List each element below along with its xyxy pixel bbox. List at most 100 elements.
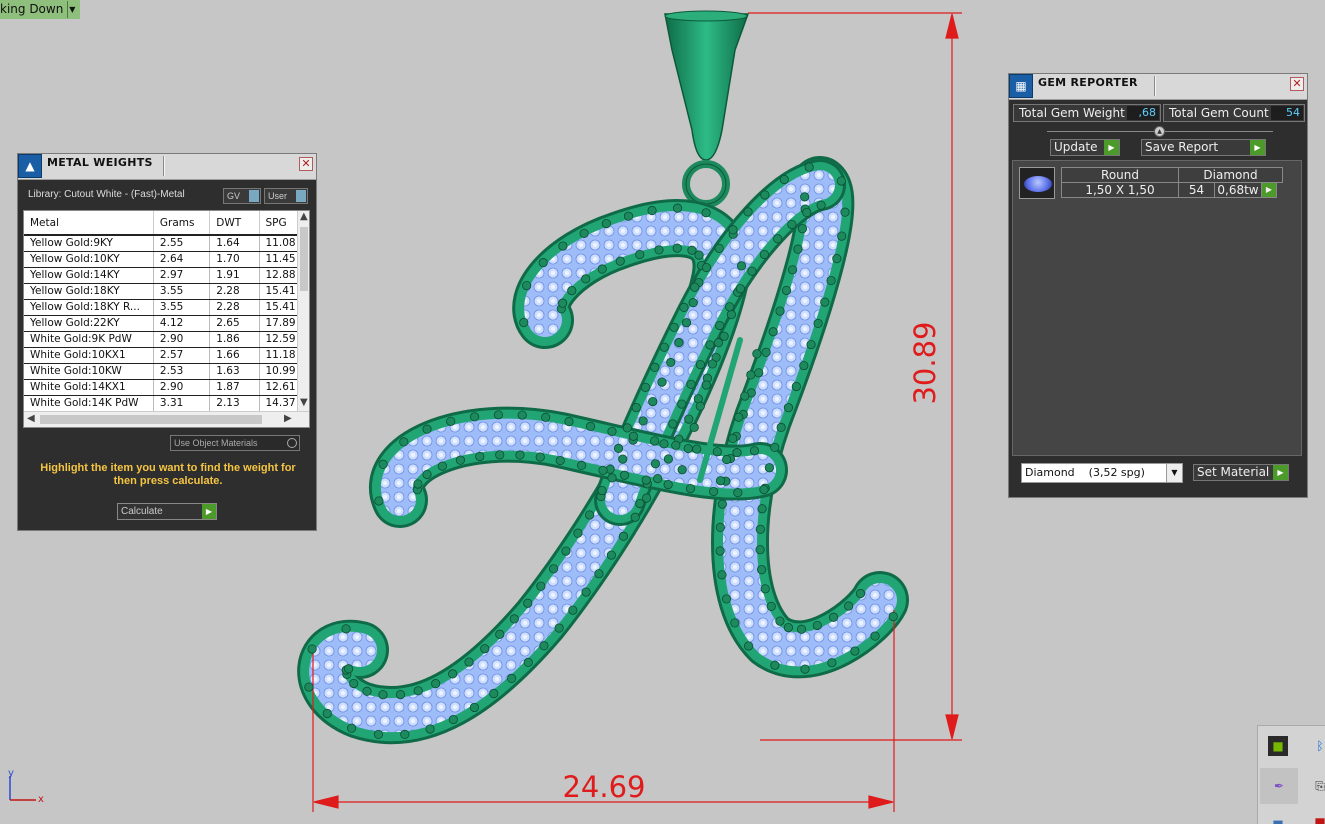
table-row[interactable]: White Gold:9K PdW 2.90 1.86 12.59 [24, 331, 309, 348]
grams-cell: 2.90 [153, 331, 211, 348]
material-select[interactable]: Diamond (3,52 spg) ▼ [1021, 463, 1183, 483]
titlebar-divider [163, 156, 165, 176]
close-icon[interactable]: ✕ [1290, 77, 1304, 91]
pendant-bail [664, 10, 750, 208]
table-row[interactable]: White Gold:10KW 2.53 1.63 10.99 [24, 363, 309, 380]
nvidia-icon[interactable]: ■ [1268, 736, 1288, 756]
instruction-text: Highlight the item you want to find the … [40, 462, 296, 487]
column-header-dwt[interactable]: DWT [209, 211, 260, 236]
grams-cell: 2.53 [153, 363, 211, 380]
play-icon[interactable]: ▶ [1250, 140, 1265, 155]
slider-knob[interactable]: ▲ [1154, 126, 1165, 137]
material-select-value: Diamond (3,52 spg) [1025, 466, 1145, 479]
usb-icon[interactable]: ⎘ [1310, 776, 1325, 796]
total-gem-count-label: Total Gem Count [1169, 106, 1269, 120]
grams-cell: 3.31 [153, 395, 211, 412]
gem-thumbnail [1019, 167, 1055, 199]
metal-name-cell: White Gold:14KX1 [24, 379, 154, 396]
play-icon[interactable]: ▶ [1261, 182, 1277, 198]
dwt-cell: 1.86 [209, 331, 260, 348]
total-gem-count-field: Total Gem Count 54 [1163, 104, 1305, 122]
table-row[interactable]: Yellow Gold:18KY 3.55 2.28 15.41 [24, 283, 309, 300]
database-icon[interactable]: ▬ [1268, 812, 1288, 824]
gem-material: Diamond [1178, 167, 1283, 183]
gem-slider[interactable]: ▲ [1047, 126, 1273, 137]
table-row[interactable]: Yellow Gold:14KY 2.97 1.91 12.88 [24, 267, 309, 284]
table-row[interactable]: Yellow Gold:9KY 2.55 1.64 11.08 [24, 235, 309, 252]
dwt-cell: 2.13 [209, 395, 260, 412]
metal-weights-panel: ▲ METAL WEIGHTS ✕ Library: Cutout White … [17, 153, 317, 531]
table-row[interactable]: Yellow Gold:18KY R... 3.55 2.28 15.41 [24, 299, 309, 316]
grams-cell: 2.90 [153, 379, 211, 396]
dwt-cell: 2.65 [209, 315, 260, 332]
metal-table[interactable]: Metal Grams DWT SPG Yellow Gold:9KY 2.55 1… [23, 210, 310, 428]
grams-cell: 2.64 [153, 251, 211, 268]
table-row[interactable]: Yellow Gold:10KY 2.64 1.70 11.45 [24, 251, 309, 268]
table-horizontal-scrollbar[interactable]: ◀ ▶ [24, 411, 309, 427]
save-report-button[interactable]: Save Report ▶ [1141, 139, 1266, 156]
play-icon[interactable]: ▶ [202, 504, 216, 519]
scroll-thumb[interactable] [300, 227, 308, 291]
scroll-right-icon[interactable]: ▶ [284, 413, 292, 424]
table-vertical-scrollbar[interactable]: ▲ ▼ [297, 211, 309, 411]
radio-icon[interactable] [287, 438, 297, 448]
play-icon[interactable]: ▶ [1104, 140, 1119, 155]
user-toggle[interactable]: User [264, 188, 308, 204]
grams-cell: 2.57 [153, 347, 211, 364]
update-button[interactable]: Update ▶ [1050, 139, 1120, 156]
calculate-label: Calculate [121, 506, 163, 517]
table-row[interactable]: Yellow Gold:22KY 4.12 2.65 17.89 [24, 315, 309, 332]
system-tray-overflow: ■ ᛒ ✒ ⎘ ▬ ■ [1257, 725, 1325, 824]
gem-reporter-titlebar[interactable]: ▦ GEM REPORTER ✕ [1009, 74, 1307, 100]
dwt-cell: 1.63 [209, 363, 260, 380]
axis-y-label: y [8, 768, 14, 779]
dwt-cell: 1.64 [209, 235, 260, 252]
gem-shape: Round [1061, 167, 1179, 183]
dwt-cell: 1.87 [209, 379, 260, 396]
chevron-down-icon[interactable]: ▼ [67, 1, 76, 18]
column-header-grams[interactable]: Grams [153, 211, 211, 236]
viewport-view-menu[interactable]: king Down ▼ [0, 0, 81, 19]
table-row[interactable]: White Gold:10KX1 2.57 1.66 11.18 [24, 347, 309, 364]
scroll-down-icon[interactable]: ▼ [300, 397, 308, 408]
gv-label: GV [227, 191, 241, 201]
dwt-cell: 1.66 [209, 347, 260, 364]
play-icon[interactable]: ▶ [1273, 465, 1288, 480]
set-material-button[interactable]: Set Material ▶ [1193, 464, 1289, 481]
metal-name-cell: Yellow Gold:9KY [24, 235, 154, 252]
axis-x-label: x [38, 794, 44, 805]
dwt-cell: 1.70 [209, 251, 260, 268]
library-label: Library: Cutout White - (Fast)-Metal [28, 189, 185, 200]
metal-name-cell: Yellow Gold:18KY [24, 283, 154, 300]
calculate-button[interactable]: Calculate ▶ [117, 503, 217, 520]
use-object-materials-option[interactable]: Use Object Materials [170, 435, 300, 451]
app-icon[interactable]: ■ [1310, 812, 1325, 824]
grams-cell: 3.55 [153, 299, 211, 316]
grams-cell: 2.55 [153, 235, 211, 252]
grams-cell: 3.55 [153, 283, 211, 300]
table-row[interactable]: White Gold:14K PdW 3.31 2.13 14.37 [24, 395, 309, 412]
metal-name-cell: Yellow Gold:22KY [24, 315, 154, 332]
metal-weights-titlebar[interactable]: ▲ METAL WEIGHTS ✕ [18, 154, 316, 180]
metal-name-cell: Yellow Gold:10KY [24, 251, 154, 268]
bluetooth-icon[interactable]: ᛒ [1310, 736, 1325, 756]
toggle-icon [296, 190, 306, 202]
total-gem-weight-value: ,68 [1127, 106, 1159, 120]
chevron-down-icon[interactable]: ▼ [1166, 464, 1182, 482]
scroll-left-icon[interactable]: ◀ [27, 413, 35, 424]
total-gem-count-value: 54 [1271, 106, 1303, 120]
metal-name-cell: White Gold:10KW [24, 363, 154, 380]
pen-icon[interactable]: ✒ [1260, 768, 1298, 804]
gem-list[interactable]: Round Diamond 1,50 X 1,50 54 0,68tw ▶ [1012, 160, 1302, 456]
scroll-thumb[interactable] [40, 415, 262, 424]
column-header-metal[interactable]: Metal [24, 211, 154, 236]
close-icon[interactable]: ✕ [299, 157, 313, 171]
gem-count: 54 [1178, 182, 1215, 198]
use-object-materials-label: Use Object Materials [174, 438, 258, 448]
table-row[interactable]: White Gold:14KX1 2.90 1.87 12.61 [24, 379, 309, 396]
scroll-up-icon[interactable]: ▲ [300, 211, 308, 222]
titlebar-divider [1154, 76, 1156, 96]
width-dimension-label: 24.69 [562, 770, 645, 804]
gem-reporter-panel: ▦ GEM REPORTER ✕ Total Gem Weight ,68 To… [1008, 73, 1308, 498]
gv-toggle[interactable]: GV [223, 188, 261, 204]
